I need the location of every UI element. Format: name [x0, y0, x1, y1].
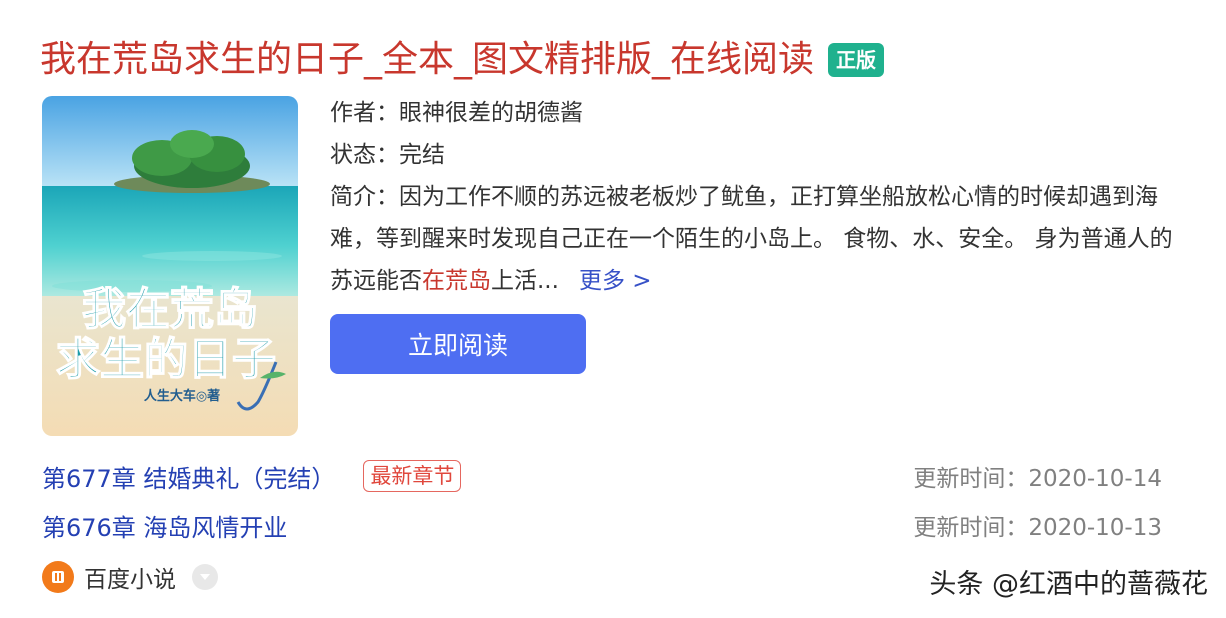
watermark: 头条 @红酒中的蔷薇花	[929, 569, 1208, 600]
chapter-link[interactable]: 第676章 海岛风情开业	[42, 508, 287, 543]
update-time: 更新时间：2020-10-14	[913, 466, 1162, 492]
author-line: 作者：眼神很差的胡德酱	[330, 100, 583, 126]
book-cover[interactable]: 我在荒岛 求生的日子 人生大车◎著	[42, 96, 298, 436]
chevron-down-icon[interactable]	[192, 564, 218, 590]
cover-title-line1: 我在荒岛	[82, 284, 258, 335]
baidu-novel-icon	[42, 561, 74, 593]
source-name[interactable]: 百度小说	[84, 560, 176, 594]
title-row: 我在荒岛求生的日子_全本_图文精排版_在线阅读 正版	[40, 36, 885, 84]
description-highlight: 在荒岛	[422, 268, 491, 294]
cover-title-line2: 求生的日子	[56, 334, 276, 385]
cover-author: 人生大车◎著	[144, 388, 220, 404]
chapter-row: 第677章 结婚典礼（完结） 最新章节 更新时间：2020-10-14	[42, 456, 1162, 496]
chapter-row: 第676章 海岛风情开业 更新时间：2020-10-13	[42, 505, 1162, 545]
more-link[interactable]: 更多 >	[579, 268, 652, 294]
description-text-end: 上活...	[491, 268, 559, 294]
book-title-link[interactable]: 我在荒岛求生的日子_全本_图文精排版_在线阅读	[40, 36, 814, 84]
source-row: 百度小说	[42, 560, 218, 594]
update-time: 更新时间：2020-10-13	[913, 515, 1162, 541]
status-line: 状态：完结	[330, 142, 445, 168]
cover-illustration: 我在荒岛 求生的日子 人生大车◎著	[42, 96, 298, 436]
read-now-button[interactable]: 立即阅读	[330, 314, 586, 374]
book-description: 简介：因为工作不顺的苏远被老板炒了鱿鱼，正打算坐船放松心情的时候却遇到海难，等到…	[330, 176, 1180, 302]
book-info: 作者：眼神很差的胡德酱 状态：完结 简介：因为工作不顺的苏远被老板炒了鱿鱼，正打…	[330, 92, 1180, 302]
latest-chapter-badge: 最新章节	[363, 460, 462, 492]
chapter-link[interactable]: 第677章 结婚典礼（完结）	[42, 459, 335, 494]
official-badge: 正版	[828, 43, 885, 77]
